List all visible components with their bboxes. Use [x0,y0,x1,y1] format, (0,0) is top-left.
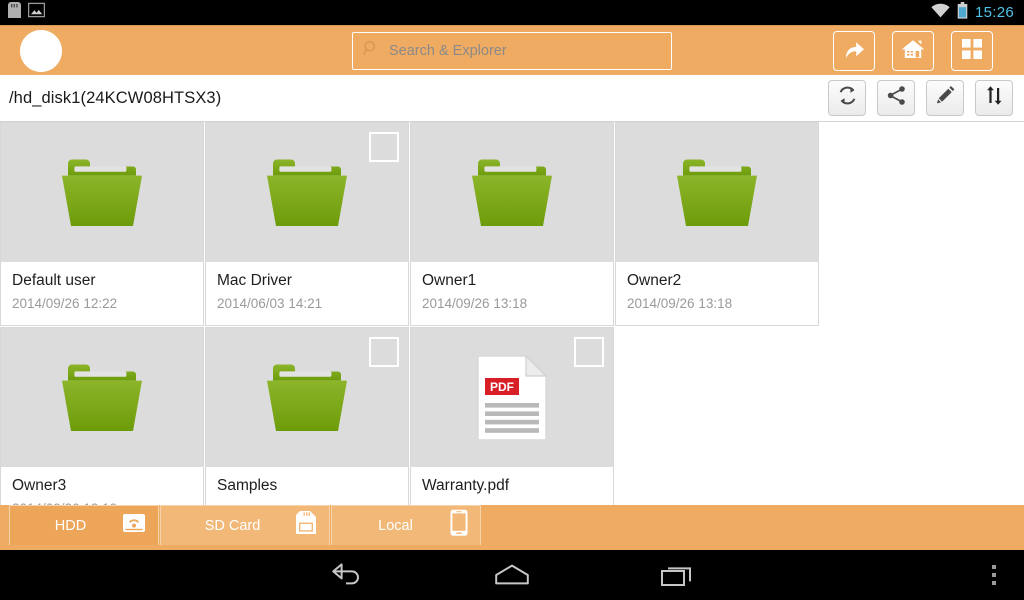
storage-tab-bar: HDD SD Card Local [0,505,1024,550]
sort-updown-icon [984,85,1005,111]
file-thumbnail [206,123,408,262]
file-date: 2014/06/03 14:21 [217,296,323,311]
share-arrow-icon [842,37,866,66]
file-thumbnail [1,123,203,262]
tab-local[interactable]: Local [331,505,481,545]
pencil-icon [935,85,956,111]
file-meta: Owner1 2014/09/26 13:18 [411,262,613,325]
status-bar-right: 15:26 [931,1,1024,24]
overflow-dot [992,573,996,577]
file-tile[interactable]: Owner32014/09/26 13:19 [0,327,204,505]
search-input[interactable]: Search & Explorer [352,32,672,70]
search-placeholder: Search & Explorer [389,43,507,59]
file-tile[interactable]: Samples [205,327,409,505]
nav-home-icon[interactable] [452,563,572,587]
file-tile[interactable]: Default user 2014/09/26 12:22 [0,122,204,326]
file-date: 2014/09/26 13:18 [627,296,733,311]
file-name: Warranty.pdf [422,477,509,494]
tab-sdcard-label: SD Card [204,517,261,534]
folder-icon [267,364,347,431]
path-bar: /hd_disk1(24KCW08HTSX3) [0,75,1024,122]
overflow-menu-icon[interactable] [974,550,1014,600]
breadcrumb[interactable]: /hd_disk1(24KCW08HTSX3) [0,89,221,108]
tab-local-label: Local [378,517,413,534]
svg-text:PDF: PDF [490,380,514,394]
gridview-button[interactable] [951,31,993,71]
overflow-dot [992,581,996,585]
file-select-checkbox[interactable] [369,337,399,367]
refresh-icon [837,85,858,111]
file-thumbnail [411,123,613,262]
file-thumbnail [206,328,408,467]
file-name: Samples [217,477,278,494]
file-tile[interactable]: Owner2 2014/09/26 13:18 [615,122,819,326]
hdd-wifi-icon [121,510,147,541]
file-date: 2014/09/26 12:22 [12,296,118,311]
share-button[interactable] [877,80,915,116]
folder-icon [62,159,142,226]
file-meta: Default user 2014/09/26 12:22 [1,262,203,325]
app-top-bar: Search & Explorer [0,25,1024,75]
file-meta: Mac Driver 2014/06/03 14:21 [206,262,408,325]
file-thumbnail: PDF [411,328,613,467]
nav-recents-icon[interactable] [617,563,737,587]
folder-icon [62,364,142,431]
status-bar: 15:26 [0,0,1024,25]
folder-icon [267,159,347,226]
phone-icon [449,509,469,542]
android-nav-bar [0,550,1024,600]
nav-back-icon[interactable] [287,562,407,588]
back-circle-icon[interactable] [20,30,62,72]
pdf-file-icon: PDF [477,354,548,441]
file-name: Owner1 [422,272,477,289]
edit-button[interactable] [926,80,964,116]
file-meta: Owner32014/09/26 13:19 [1,467,203,505]
home-icon [900,37,926,66]
status-bar-clock: 15:26 [974,4,1014,21]
file-tile[interactable]: PDF Warranty.pdf [410,327,614,505]
status-bar-left-icons [0,2,46,23]
file-tile[interactable]: Mac Driver 2014/06/03 14:21 [205,122,409,326]
file-select-checkbox[interactable] [369,132,399,162]
file-thumbnail [1,328,203,467]
tab-hdd-label: HDD [54,517,87,534]
file-name: Owner2 [627,272,682,289]
file-select-checkbox[interactable] [574,337,604,367]
file-meta: Warranty.pdf [411,467,613,505]
file-meta: Samples [206,467,408,505]
sd-card-icon [294,510,318,541]
wifi-icon [931,3,950,23]
sd-card-icon [8,2,21,23]
file-grid[interactable]: Default user 2014/09/26 12:22 Mac Driver 2… [0,122,1024,505]
folder-icon [472,159,552,226]
grid-view-icon [960,37,984,66]
home-button[interactable] [892,31,934,71]
file-name: Owner3 [12,477,67,494]
sort-button[interactable] [975,80,1013,116]
file-date: 2014/09/26 13:18 [422,296,528,311]
tab-sdcard[interactable]: SD Card [160,505,330,545]
file-name: Default user [12,272,96,289]
folder-icon [677,159,757,226]
refresh-button[interactable] [828,80,866,116]
share-top-button[interactable] [833,31,875,71]
path-actions [828,80,1024,116]
battery-icon [957,1,968,24]
gallery-image-icon [27,2,46,23]
file-tile[interactable]: Owner1 2014/09/26 13:18 [410,122,614,326]
file-meta: Owner2 2014/09/26 13:18 [616,262,818,325]
tab-hdd[interactable]: HDD [9,505,159,545]
share-nodes-icon [886,85,907,111]
search-icon [363,40,380,62]
file-name: Mac Driver [217,272,292,289]
file-thumbnail [616,123,818,262]
overflow-dot [992,565,996,569]
